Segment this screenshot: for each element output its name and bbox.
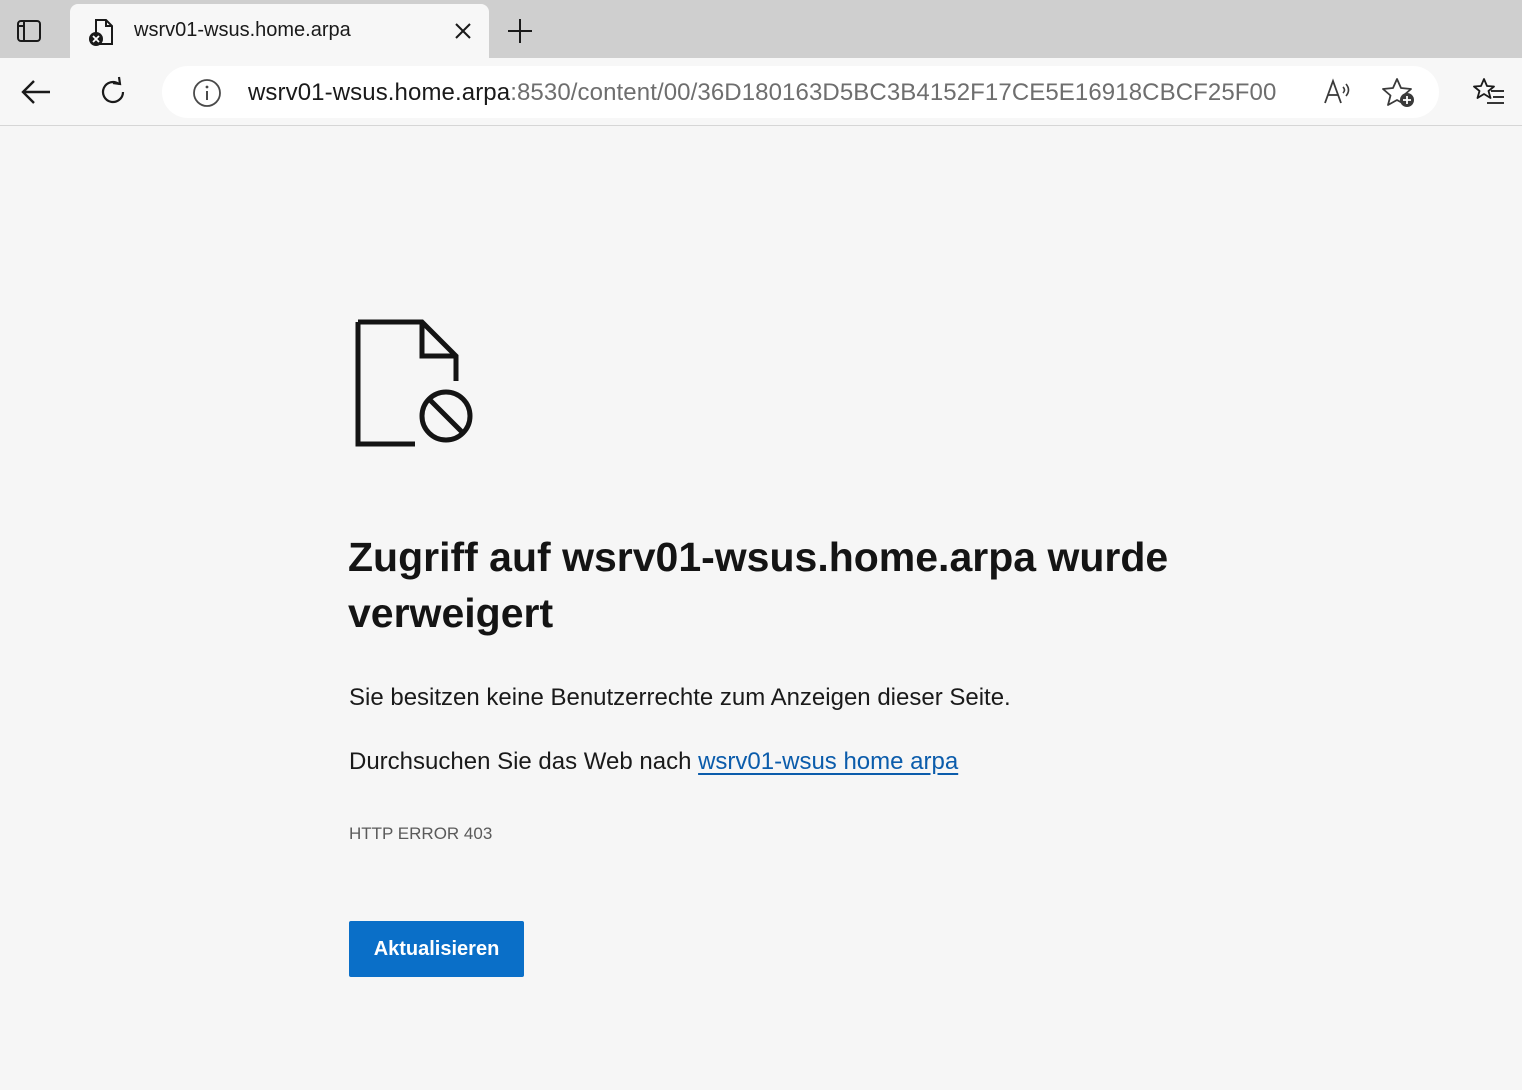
read-aloud-button[interactable] (1320, 75, 1356, 109)
document-blocked-icon (355, 319, 473, 447)
search-link[interactable]: wsrv01-wsus home arpa (698, 748, 958, 775)
address-bar[interactable]: wsrv01-wsus.home.arpa:8530/content/00/36… (162, 66, 1439, 118)
tab-title: wsrv01-wsus.home.arpa (134, 19, 351, 41)
url-host: wsrv01-wsus.home.arpa (248, 79, 511, 106)
plus-icon (508, 19, 532, 43)
reload-button[interactable]: Aktualisieren (349, 921, 524, 977)
refresh-icon (101, 76, 125, 104)
star-add-icon (1382, 78, 1414, 107)
search-suggestion: Durchsuchen Sie das Web nach wsrv01-wsus… (349, 748, 958, 776)
error-code: HTTP ERROR 403 (349, 824, 493, 843)
error-description: Sie besitzen keine Benutzerrechte zum An… (349, 684, 1011, 711)
search-prefix: Durchsuchen Sie das Web nach (349, 748, 699, 775)
document-error-icon (89, 19, 113, 46)
tab-actions-button[interactable] (12, 14, 46, 48)
add-favorite-button[interactable] (1380, 75, 1418, 111)
url-text[interactable]: wsrv01-wsus.home.arpa:8530/content/00/36… (248, 79, 1276, 107)
favorites-button[interactable] (1470, 74, 1508, 110)
back-button[interactable] (16, 72, 56, 112)
tab-actions-icon (17, 20, 41, 42)
info-icon[interactable] (192, 78, 222, 108)
error-page: Zugriff auf wsrv01-wsus.home.arpa wurde … (0, 127, 1522, 1090)
read-aloud-icon (1324, 78, 1350, 104)
error-title: Zugriff auf wsrv01-wsus.home.arpa wurde … (348, 534, 1169, 636)
url-path: :8530/content/00/36D180163D5BC3B4152F17C… (510, 79, 1277, 106)
tab-active[interactable]: wsrv01-wsus.home.arpa (70, 4, 489, 58)
tab-strip: wsrv01-wsus.home.arpa (0, 0, 1522, 58)
browser-toolbar: wsrv01-wsus.home.arpa:8530/content/00/36… (0, 58, 1522, 126)
tab-close-button[interactable] (451, 19, 475, 43)
favorites-list-icon (1473, 78, 1504, 104)
back-arrow-icon (21, 80, 50, 104)
refresh-button[interactable] (93, 72, 133, 112)
new-tab-button[interactable] (503, 14, 537, 48)
close-icon (455, 23, 471, 39)
